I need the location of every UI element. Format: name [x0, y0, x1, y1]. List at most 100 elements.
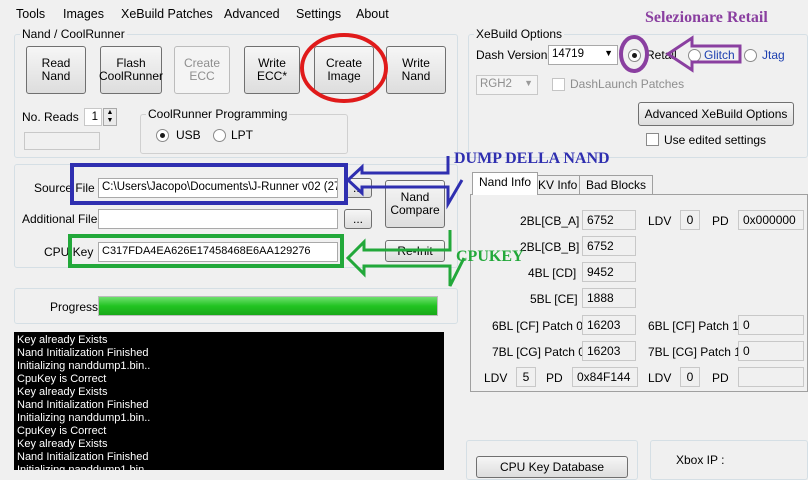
- cpu-key-input[interactable]: C317FDA4EA626E17458468E6AA129276: [98, 242, 338, 262]
- tab-bad-blocks[interactable]: Bad Blocks: [579, 175, 654, 194]
- dash-version-label: Dash Version: [476, 48, 548, 62]
- xbox-ip-group: [650, 440, 808, 480]
- console-type-select[interactable]: RGH2 ▼: [476, 75, 538, 95]
- cf0-value: 16203: [582, 315, 636, 335]
- log-console: Key already Exists Nand Initialization Fi…: [14, 332, 444, 470]
- log-line: Initializing nanddump1.bin..: [17, 360, 151, 372]
- log-line: Initializing nanddump1.bin..: [17, 412, 151, 424]
- menu-settings[interactable]: Settings: [296, 7, 341, 21]
- no-reads-label: No. Reads: [22, 110, 79, 124]
- ldv-bottom2-value: 0: [680, 367, 700, 387]
- dump-annotation: DUMP DELLA NAND: [454, 150, 610, 167]
- cg0-value: 16203: [582, 341, 636, 361]
- nand-coolrunner-group-label: Nand / CoolRunner: [20, 27, 127, 41]
- ldv-top-value: 0: [680, 210, 700, 230]
- pd-bottom-label: PD: [546, 371, 563, 385]
- cd-label: 4BL [CD]: [528, 266, 577, 280]
- ldv-bottom-label: LDV: [484, 371, 508, 385]
- log-line: Nand Initialization Finished: [17, 399, 149, 411]
- use-edited-settings-checkbox[interactable]: [646, 133, 659, 146]
- cd-value: 9452: [582, 262, 636, 282]
- pd-top-value: 0x000000: [738, 210, 804, 230]
- nand-compare-button[interactable]: Nand Compare: [385, 180, 445, 228]
- menu-images[interactable]: Images: [63, 7, 104, 21]
- create-image-button[interactable]: Create Image: [314, 46, 374, 94]
- xebuild-options-label: XeBuild Options: [474, 27, 565, 41]
- ldv-bottom2-label: LDV: [648, 371, 672, 385]
- log-line: Nand Initialization Finished: [17, 451, 149, 463]
- read-nand-button[interactable]: Read Nand: [26, 46, 86, 94]
- dashlaunch-label: DashLaunch Patches: [570, 77, 685, 91]
- log-line: Initializing nanddump1.bin..: [17, 464, 151, 470]
- log-line: Key already Exists: [17, 438, 108, 450]
- additional-file-label: Additional File: [22, 212, 98, 226]
- dashlaunch-checkbox[interactable]: [552, 78, 565, 91]
- glitch-label: Glitch: [704, 48, 735, 62]
- retail-label: Retail: [646, 48, 677, 62]
- no-reads-value[interactable]: 1: [84, 108, 102, 126]
- retail-radio[interactable]: [628, 49, 641, 62]
- log-line: CpuKey is Correct: [17, 425, 107, 437]
- cbb-label: 2BL[CB_B]: [520, 240, 580, 254]
- lpt-radio[interactable]: [213, 129, 226, 142]
- flash-coolrunner-button[interactable]: Flash CoolRunner: [99, 46, 163, 94]
- coolrunner-programming-label: CoolRunner Programming: [146, 107, 290, 121]
- cba-label: 2BL[CB_A]: [520, 214, 580, 228]
- usb-radio[interactable]: [156, 129, 169, 142]
- cf0-label: 6BL [CF] Patch 0: [492, 319, 583, 333]
- jtag-radio[interactable]: [744, 49, 757, 62]
- console-type-value: RGH2: [480, 78, 512, 90]
- pd-bottom2-label: PD: [712, 371, 729, 385]
- reinit-button[interactable]: Re-Init: [385, 240, 445, 262]
- reads-status-box: [24, 132, 100, 150]
- xbox-ip-label: Xbox IP :: [676, 453, 725, 467]
- progress-fill: [99, 297, 437, 315]
- reads-spinner[interactable]: ▲ ▼: [103, 108, 117, 126]
- progress-label: Progress: [50, 300, 99, 314]
- ce-label: 5BL [CE]: [530, 292, 578, 306]
- cg1-label: 7BL [CG] Patch 1: [648, 345, 741, 359]
- lpt-label: LPT: [231, 128, 254, 142]
- tab-kv-info[interactable]: KV Info: [531, 175, 585, 194]
- ce-value: 1888: [582, 288, 636, 308]
- log-line: Key already Exists: [17, 386, 108, 398]
- menu-xebuild-patches[interactable]: XeBuild Patches: [121, 7, 213, 21]
- additional-file-input[interactable]: [98, 209, 338, 229]
- pd-bottom2-value: [738, 367, 804, 387]
- dash-version-select[interactable]: 14719 ▼: [548, 45, 618, 65]
- glitch-radio[interactable]: [688, 49, 701, 62]
- pd-bottom-value: 0x84F144: [572, 367, 638, 387]
- cpu-key-database-button[interactable]: CPU Key Database: [476, 456, 628, 478]
- ldv-top-label: LDV: [648, 214, 672, 228]
- log-line: Nand Initialization Finished: [17, 347, 149, 359]
- ldv-bottom-value: 5: [516, 367, 536, 387]
- cbb-value: 6752: [582, 236, 636, 256]
- advanced-xebuild-options-button[interactable]: Advanced XeBuild Options: [638, 102, 794, 126]
- pd-top-label: PD: [712, 214, 729, 228]
- source-file-input[interactable]: C:\Users\Jacopo\Documents\J-Runner v02 (…: [98, 178, 338, 198]
- menu-about[interactable]: About: [356, 7, 389, 21]
- progress-bar: [98, 296, 438, 316]
- chevron-down-icon: ▼: [604, 48, 613, 58]
- additional-browse-button[interactable]: ...: [344, 209, 372, 229]
- usb-label: USB: [176, 128, 201, 142]
- cg0-label: 7BL [CG] Patch 0: [492, 345, 585, 359]
- cg1-value: 0: [738, 341, 804, 361]
- dash-version-value: 14719: [552, 48, 584, 60]
- retail-annotation: Selezionare Retail: [645, 9, 768, 26]
- jtag-label: Jtag: [762, 48, 785, 62]
- write-nand-button[interactable]: Write Nand: [386, 46, 446, 94]
- menu-advanced[interactable]: Advanced: [224, 7, 280, 21]
- source-browse-button[interactable]: ...: [344, 178, 372, 198]
- cf1-label: 6BL [CF] Patch 1: [648, 319, 739, 333]
- log-line: CpuKey is Correct: [17, 373, 107, 385]
- menu-tools[interactable]: Tools: [16, 7, 45, 21]
- cf1-value: 0: [738, 315, 804, 335]
- use-edited-settings-label: Use edited settings: [664, 133, 767, 147]
- tab-nand-info[interactable]: Nand Info: [472, 172, 539, 195]
- cpukey-annotation: CPUKEY: [456, 248, 524, 265]
- source-file-label: Source File: [34, 181, 95, 195]
- write-ecc-button[interactable]: Write ECC*: [244, 46, 300, 94]
- cpu-key-label: CPU Key: [44, 245, 94, 259]
- create-ecc-button[interactable]: Create ECC: [174, 46, 230, 94]
